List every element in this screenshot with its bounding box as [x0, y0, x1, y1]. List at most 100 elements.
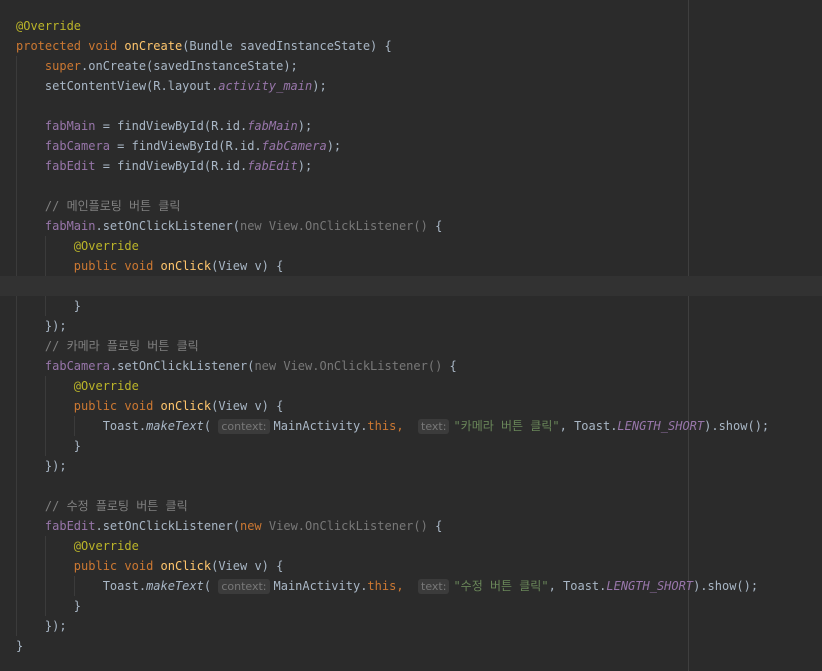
code-text: { — [427, 219, 443, 233]
code-line[interactable]: // 메인플로팅 버튼 클릭 — [16, 196, 769, 216]
indent-guide — [45, 556, 46, 576]
indent-guide — [74, 416, 75, 436]
code-line[interactable]: @Override — [16, 536, 769, 556]
code-line[interactable]: fabCamera.setOnClickListener(new View.On… — [16, 356, 769, 376]
id-reference: fabCamera — [261, 139, 327, 153]
code-text: { — [427, 519, 443, 533]
code-line[interactable]: @Override — [16, 16, 769, 36]
indent-guide — [16, 216, 17, 236]
code-line[interactable]: fabMain = findViewById(R.id.fabMain); — [16, 116, 769, 136]
code-line[interactable]: // 수정 플로팅 버튼 클릭 — [16, 496, 769, 516]
code-line[interactable]: } — [16, 596, 769, 616]
code-line[interactable]: fabEdit.setOnClickListener(new View.OnCl… — [16, 516, 769, 536]
code-line[interactable] — [16, 176, 769, 196]
code-line[interactable]: public void onClick(View v) { — [16, 556, 769, 576]
keyword: new — [239, 519, 262, 533]
code-text: { — [442, 359, 457, 373]
code-text: .setOnClickListener( — [109, 359, 255, 373]
code-text: , — [396, 419, 404, 433]
indent-guide — [16, 476, 17, 496]
code-line[interactable]: } — [16, 296, 769, 316]
code-line-current[interactable] — [16, 276, 769, 296]
code-text: (Bundle savedInstanceState) { — [182, 39, 392, 53]
indent-guide — [16, 556, 17, 576]
comment: // 수정 플로팅 버튼 클릭 — [44, 499, 188, 513]
code-line[interactable]: } — [16, 636, 769, 656]
indent-guide — [16, 316, 17, 336]
code-line[interactable]: fabMain.setOnClickListener(new View.OnCl… — [16, 216, 769, 236]
code-text: ); — [297, 119, 313, 133]
indent-guide — [45, 236, 46, 256]
indent-guide — [16, 456, 17, 476]
method-call: makeText — [146, 419, 204, 433]
string-literal: "카메라 버튼 클릭" — [453, 419, 560, 433]
code-text: (View v) { — [211, 259, 284, 273]
code-text: ); — [297, 159, 313, 173]
code-text: MainActivity. — [273, 419, 368, 433]
indent-guide — [16, 196, 17, 216]
code-line[interactable]: public void onClick(View v) { — [16, 256, 769, 276]
code-text: }); — [44, 459, 67, 473]
code-line[interactable]: super.onCreate(savedInstanceState); — [16, 56, 769, 76]
parameter-hint-context: context: — [218, 419, 270, 434]
code-line[interactable]: }); — [16, 316, 769, 336]
code-line[interactable]: setContentView(R.layout.activity_main); — [16, 76, 769, 96]
indent-guide — [16, 256, 17, 276]
code-area[interactable]: @Override protected void onCreate(Bundle… — [16, 16, 769, 656]
code-text: , — [396, 579, 404, 593]
indent-guide — [16, 96, 17, 116]
code-line[interactable] — [16, 96, 769, 116]
indent-guide — [16, 496, 17, 516]
code-line[interactable]: }); — [16, 616, 769, 636]
code-text: ( — [203, 419, 212, 433]
code-text: ).show(); — [704, 419, 770, 433]
indent-guide — [45, 536, 46, 556]
code-text: .setOnClickListener( — [95, 519, 240, 533]
indent-guide — [16, 576, 17, 596]
code-text: ).show(); — [693, 579, 759, 593]
code-text: } — [16, 639, 24, 653]
code-line[interactable]: protected void onCreate(Bundle savedInst… — [16, 36, 769, 56]
indent-guide — [45, 256, 46, 276]
annotation: @Override — [16, 19, 82, 33]
code-text: ); — [312, 79, 327, 93]
code-text: (View v) { — [211, 559, 284, 573]
comment: // 카메라 플로팅 버튼 클릭 — [44, 339, 199, 353]
indent-guide — [45, 596, 46, 616]
code-line[interactable]: // 카메라 플로팅 버튼 클릭 — [16, 336, 769, 356]
layout-reference: activity_main — [218, 79, 313, 93]
field-name: fabCamera — [44, 139, 110, 153]
code-line[interactable]: }); — [16, 456, 769, 476]
code-line[interactable]: @Override — [16, 236, 769, 256]
code-text: = findViewById(R.id. — [95, 159, 248, 173]
indent-guide — [45, 396, 46, 416]
constant: LENGTH_SHORT — [617, 419, 705, 433]
indent-guide — [16, 296, 17, 316]
code-line[interactable]: Toast.makeText( context: MainActivity.thi… — [16, 416, 769, 436]
code-text: } — [73, 599, 82, 613]
keyword: protected — [16, 39, 82, 53]
indent-guide — [74, 576, 75, 596]
indent-guide — [45, 296, 46, 316]
method-call: makeText — [146, 579, 204, 593]
keyword: public — [73, 259, 118, 273]
code-line[interactable] — [16, 476, 769, 496]
code-editor[interactable]: @Override protected void onCreate(Bundle… — [0, 0, 822, 671]
code-line[interactable]: public void onClick(View v) { — [16, 396, 769, 416]
code-line[interactable]: } — [16, 436, 769, 456]
method-name: onCreate — [124, 39, 183, 53]
code-line[interactable]: @Override — [16, 376, 769, 396]
keyword: public — [73, 399, 118, 413]
indent-guide — [16, 56, 17, 76]
code-text: .setOnClickListener( — [95, 219, 240, 233]
string-literal: "수정 버튼 클릭" — [453, 579, 549, 593]
indent-guide — [16, 136, 17, 156]
parameter-hint-context: context: — [218, 579, 270, 594]
code-line[interactable]: fabCamera = findViewById(R.id.fabCamera)… — [16, 136, 769, 156]
keyword: this — [367, 419, 397, 433]
code-line[interactable]: Toast.makeText( context: MainActivity.thi… — [16, 576, 769, 596]
method-name: onClick — [160, 559, 212, 573]
code-line[interactable]: fabEdit = findViewById(R.id.fabEdit); — [16, 156, 769, 176]
code-text: }); — [44, 319, 67, 333]
code-text: , Toast. — [548, 579, 607, 593]
